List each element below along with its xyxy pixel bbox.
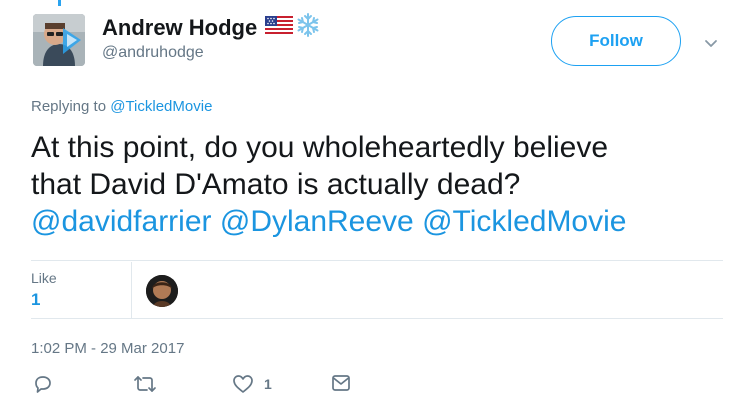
us-flag-icon bbox=[265, 16, 294, 39]
retweet-icon bbox=[133, 374, 157, 394]
display-name[interactable]: Andrew Hodge bbox=[102, 15, 257, 41]
chevron-down-icon[interactable] bbox=[704, 36, 718, 54]
mention-link-davidfarrier[interactable]: @davidfarrier bbox=[31, 205, 212, 238]
heart-icon bbox=[232, 374, 254, 394]
replying-to-line: Replying to @TickledMovie bbox=[31, 98, 212, 115]
snowflake-icon bbox=[295, 12, 321, 43]
replying-to-mention-link[interactable]: @TickledMovie bbox=[110, 98, 212, 115]
mention-link-dylanreeve[interactable]: @DylanReeve bbox=[220, 205, 414, 238]
replying-to-prefix: Replying to bbox=[31, 98, 107, 115]
like-stat-count[interactable]: 1 bbox=[31, 290, 40, 310]
reply-button[interactable] bbox=[33, 374, 53, 394]
like-stat-label[interactable]: Like bbox=[31, 270, 57, 286]
like-action-count: 1 bbox=[264, 376, 272, 392]
tweet-timestamp[interactable]: 1:02 PM - 29 Mar 2017 bbox=[31, 340, 184, 357]
like-button[interactable]: 1 bbox=[232, 374, 272, 394]
liker-avatar[interactable] bbox=[146, 275, 178, 307]
divider bbox=[31, 260, 723, 261]
reply-icon bbox=[33, 374, 53, 394]
stat-separator bbox=[131, 262, 132, 318]
thread-connector-line bbox=[58, 0, 61, 6]
tweet-mentions: @davidfarrier @DylanReeve @TickledMovie bbox=[31, 203, 731, 240]
tweet-text-line: that David D'Amato is actually dead? bbox=[31, 168, 521, 201]
envelope-icon bbox=[331, 374, 351, 392]
user-handle[interactable]: @andruhodge bbox=[102, 44, 204, 62]
divider bbox=[31, 318, 723, 319]
follow-button[interactable]: Follow bbox=[551, 16, 681, 66]
retweet-button[interactable] bbox=[133, 374, 157, 394]
tweet-text-line: At this point, do you wholeheartedly bel… bbox=[31, 131, 609, 164]
direct-message-button[interactable] bbox=[331, 374, 351, 392]
avatar[interactable] bbox=[33, 14, 85, 66]
tweet-text: At this point, do you wholeheartedly bel… bbox=[31, 129, 731, 240]
mention-link-tickledmovie[interactable]: @TickledMovie bbox=[422, 205, 626, 238]
